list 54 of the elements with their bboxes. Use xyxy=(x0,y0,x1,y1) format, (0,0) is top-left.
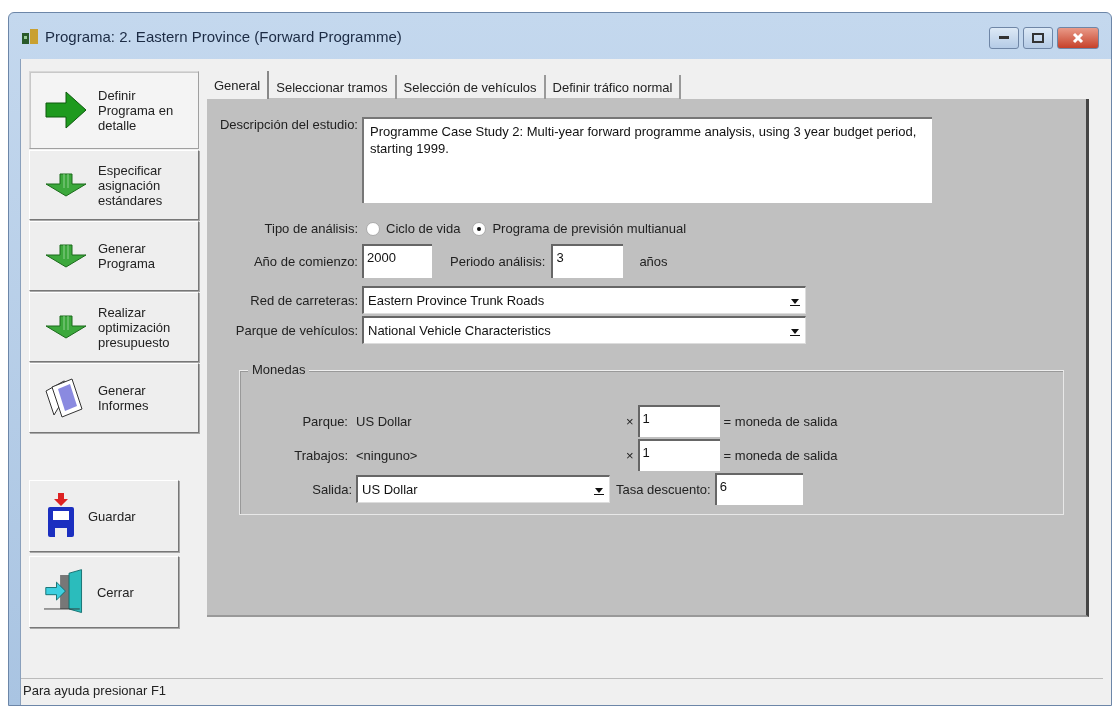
currency-row-label: Parque: xyxy=(301,413,349,429)
multiply-sign: × xyxy=(626,447,634,463)
arrow-down-icon xyxy=(44,243,88,269)
currency-row-label: Trabajos: xyxy=(293,447,349,463)
save-button[interactable]: Guardar xyxy=(29,480,179,552)
tab[interactable]: Selección de vehículos xyxy=(396,75,546,99)
discount-field[interactable]: 6 xyxy=(714,473,803,505)
period-unit: años xyxy=(639,253,668,269)
description-field[interactable]: Programme Case Study 2: Multi-year forward programme analysis, using 3 year budget period, starting 1999. xyxy=(362,117,932,203)
close-button[interactable] xyxy=(1057,27,1099,49)
start-year-label: Año de comienzo: xyxy=(252,253,359,269)
close-icon xyxy=(1072,32,1084,44)
output-label: Salida: xyxy=(311,481,353,497)
multiply-sign: × xyxy=(626,413,634,429)
app-icon xyxy=(21,27,39,45)
radio-label[interactable]: Ciclo de vida xyxy=(386,221,461,236)
factor-field[interactable]: 1 xyxy=(637,405,720,437)
start-year-field[interactable]: 2000 xyxy=(362,244,432,278)
maximize-icon xyxy=(1032,33,1044,43)
road-network-dropdown[interactable]: Eastern Province Trunk Roads xyxy=(362,286,806,314)
close-window-button[interactable]: Cerrar xyxy=(29,556,179,628)
road-network-label: Red de carreteras: xyxy=(249,292,359,308)
status-bar: Para ayuda presionar F1 xyxy=(21,678,1103,701)
fleet-dropdown[interactable]: National Vehicle Characteristics xyxy=(362,316,806,344)
period-label: Periodo análisis: xyxy=(450,253,546,269)
arrow-down-icon xyxy=(44,314,88,340)
period-field[interactable]: 3 xyxy=(551,244,624,278)
output-currency-dropdown[interactable]: US Dollar xyxy=(356,475,610,503)
sidebar-button[interactable]: Especificar asignación estándares xyxy=(29,150,199,220)
radio-label[interactable]: Programa de previsión multianual xyxy=(492,221,687,236)
group-title: Monedas xyxy=(248,362,310,377)
sidebar-button[interactable]: Realizar optimización presupuesto xyxy=(29,292,199,362)
currency-name: US Dollar xyxy=(356,413,413,429)
maximize-button[interactable] xyxy=(1023,27,1053,49)
sidebar-button[interactable]: Generar Programa xyxy=(29,221,199,291)
tab[interactable]: Definir tráfico normal xyxy=(545,75,682,99)
window-title: Programa: 2. Eastern Province (Forward Programme) xyxy=(45,27,402,45)
factor-field[interactable]: 1 xyxy=(637,439,720,471)
arrow-right-icon xyxy=(44,90,88,130)
discount-label: Tasa descuento: xyxy=(616,481,711,497)
sidebar-button[interactable]: Generar Informes xyxy=(29,363,199,433)
description-label: Descripción del estudio: xyxy=(218,117,359,132)
radio-button[interactable] xyxy=(472,221,487,236)
fleet-label: Parque de vehículos: xyxy=(234,322,359,338)
minimize-icon xyxy=(999,36,1009,40)
analysis-type-label: Tipo de análisis: xyxy=(263,221,359,236)
currency-note: = moneda de salida xyxy=(723,413,838,429)
tab[interactable]: Seleccionar tramos xyxy=(269,75,397,99)
radio-button[interactable] xyxy=(366,221,380,236)
sidebar-button[interactable]: Definir Programa en detalle xyxy=(29,71,199,149)
minimize-button[interactable] xyxy=(989,27,1019,49)
currency-note: = moneda de salida xyxy=(723,447,838,463)
arrow-down-icon xyxy=(44,172,88,198)
currency-name: <ninguno> xyxy=(356,447,419,463)
